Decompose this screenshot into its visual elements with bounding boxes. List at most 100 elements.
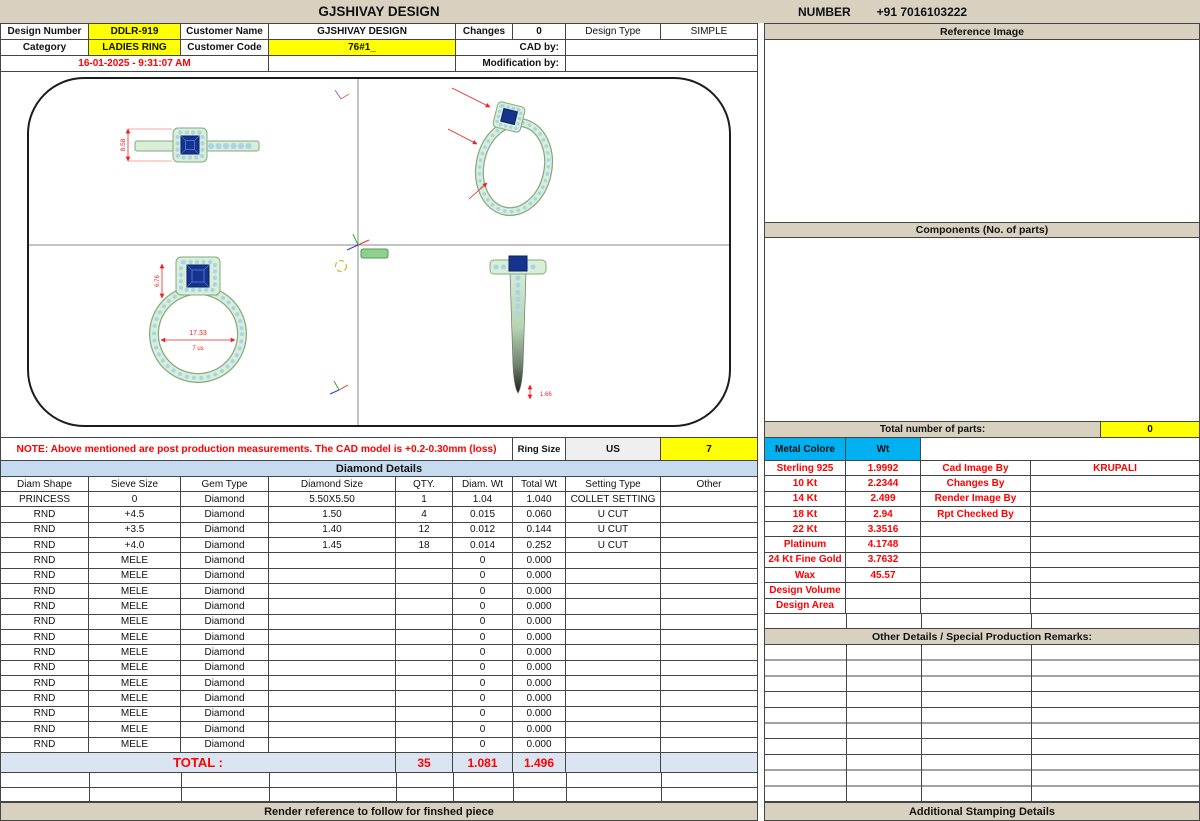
- right-panel: Reference Image Components (No. of parts…: [764, 23, 1200, 802]
- diam-wt-cell: 0: [453, 676, 513, 692]
- signoff-value-cell: [1031, 568, 1200, 584]
- metal-wt-cell: 3.7632: [846, 552, 921, 569]
- contact-number: NUMBER +91 7016103222: [798, 0, 967, 23]
- gem-type-cell: Diamond: [181, 722, 269, 738]
- gem-type-cell: Diamond: [181, 522, 269, 539]
- gem-type-cell: Diamond: [181, 706, 269, 723]
- diamond-size-cell: [269, 737, 396, 753]
- other-cell: [661, 676, 758, 692]
- setting-type-cell: [566, 660, 661, 677]
- other-details-header: Other Details / Special Production Remar…: [765, 629, 1200, 645]
- total-wt-cell: 0.000: [513, 660, 566, 677]
- diamond-shape-cell: RND: [1, 614, 89, 631]
- diamond-shape-cell: RND: [1, 691, 89, 707]
- gem-type-cell: Diamond: [181, 538, 269, 554]
- total-wt-cell: 0.060: [513, 507, 566, 523]
- qty-cell: 18: [396, 538, 453, 554]
- total-parts-value[interactable]: 0: [1101, 422, 1200, 438]
- sieve-size-cell: MELE: [89, 722, 181, 738]
- metal-name-cell: 14 Kt: [765, 491, 846, 507]
- metal-name-cell: Platinum: [765, 537, 846, 553]
- ring-size-label: Ring Size: [513, 438, 566, 461]
- total-parts-label: Total number of parts:: [765, 422, 1101, 438]
- other-cell: [661, 599, 758, 615]
- metal-color-header: Metal Colore: [765, 438, 846, 461]
- diam-wt-cell: 0: [453, 737, 513, 753]
- metal-name-cell: 24 Kt Fine Gold: [765, 552, 846, 569]
- diamond-size-cell: [269, 676, 396, 692]
- metal-name-cell: 22 Kt: [765, 522, 846, 538]
- diam-wt-cell: 0: [453, 553, 513, 569]
- diam-wt-cell: 0: [453, 599, 513, 615]
- total-spacer-2: [661, 753, 758, 773]
- setting-type-cell: [566, 553, 661, 569]
- col-header-other: Other: [661, 477, 758, 492]
- diamond-size-cell: 1.45: [269, 538, 396, 554]
- diamond-shape-cell: RND: [1, 538, 89, 554]
- sieve-size-cell: MELE: [89, 737, 181, 753]
- metal-wt-cell: [846, 583, 921, 599]
- signoff-label-cell: Changes By: [921, 476, 1031, 492]
- total-diam-wt: 1.081: [453, 753, 513, 773]
- empty-row-right: [765, 614, 1200, 629]
- setting-type-cell: COLLET SETTING: [566, 492, 661, 508]
- diam-wt-cell: 0: [453, 722, 513, 738]
- qty-cell: 1: [396, 492, 453, 508]
- gem-type-cell: Diamond: [181, 568, 269, 585]
- diamond-shape-cell: RND: [1, 584, 89, 600]
- modification-by-value[interactable]: [566, 56, 758, 72]
- signoff-label-cell: [921, 522, 1031, 538]
- diam-wt-cell: 0: [453, 630, 513, 646]
- timestamp: 16-01-2025 - 9:31:07 AM: [1, 56, 269, 72]
- remarks-grid: [765, 645, 1200, 802]
- production-note: NOTE: Above mentioned are post productio…: [1, 438, 513, 461]
- category-value[interactable]: LADIES RING: [89, 40, 181, 56]
- total-wt-cell: 0.144: [513, 522, 566, 539]
- setting-type-cell: U CUT: [566, 538, 661, 554]
- cad-by-value[interactable]: [566, 40, 758, 56]
- category-label: Category: [1, 40, 89, 56]
- customer-code-value[interactable]: 76#1_: [269, 40, 456, 56]
- ring-size-value[interactable]: 7: [661, 438, 758, 461]
- qty-cell: [396, 706, 453, 723]
- dim-front-height: 6.76: [155, 275, 161, 287]
- col-header-gem-type: Gem Type: [181, 477, 269, 492]
- total-wt-cell: 1.040: [513, 492, 566, 508]
- dim-shank-thickness: 1.66: [540, 392, 552, 398]
- signoff-value-cell: KRUPALI: [1031, 461, 1200, 477]
- sieve-size-cell: 0: [89, 492, 181, 508]
- signoff-value-cell: [1031, 491, 1200, 507]
- other-cell: [661, 553, 758, 569]
- gem-type-cell: Diamond: [181, 584, 269, 600]
- signoff-label-cell: [921, 552, 1031, 569]
- setting-type-cell: [566, 645, 661, 661]
- other-cell: [661, 645, 758, 661]
- diamond-size-cell: [269, 614, 396, 631]
- gem-type-cell: Diamond: [181, 492, 269, 508]
- metal-wt-cell: 3.3516: [846, 522, 921, 538]
- qty-cell: [396, 737, 453, 753]
- components-header: Components (No. of parts): [765, 223, 1200, 238]
- metal-wt-cell: 45.57: [846, 568, 921, 584]
- components-box: [765, 238, 1200, 422]
- other-cell: [661, 722, 758, 738]
- setting-type-cell: U CUT: [566, 507, 661, 523]
- signoff-label-cell: [921, 583, 1031, 599]
- total-wt: 1.496: [513, 753, 566, 773]
- metal-name-cell: Design Area: [765, 598, 846, 614]
- setting-type-cell: [566, 630, 661, 646]
- other-cell: [661, 492, 758, 508]
- wt-header: Wt: [846, 438, 921, 461]
- diamond-shape-cell: RND: [1, 722, 89, 738]
- other-cell: [661, 737, 758, 753]
- sieve-size-cell: MELE: [89, 676, 181, 692]
- diamond-size-cell: [269, 691, 396, 707]
- other-cell: [661, 568, 758, 585]
- gem-type-cell: Diamond: [181, 599, 269, 615]
- diamond-size-cell: [269, 660, 396, 677]
- metal-header-spacer: [921, 438, 1200, 461]
- design-number-value[interactable]: DDLR-919: [89, 24, 181, 40]
- other-cell: [661, 706, 758, 723]
- cad-drawing: 8.58 17.33 7 us 6.76 1.66: [27, 77, 731, 427]
- metal-name-cell: Wax: [765, 568, 846, 584]
